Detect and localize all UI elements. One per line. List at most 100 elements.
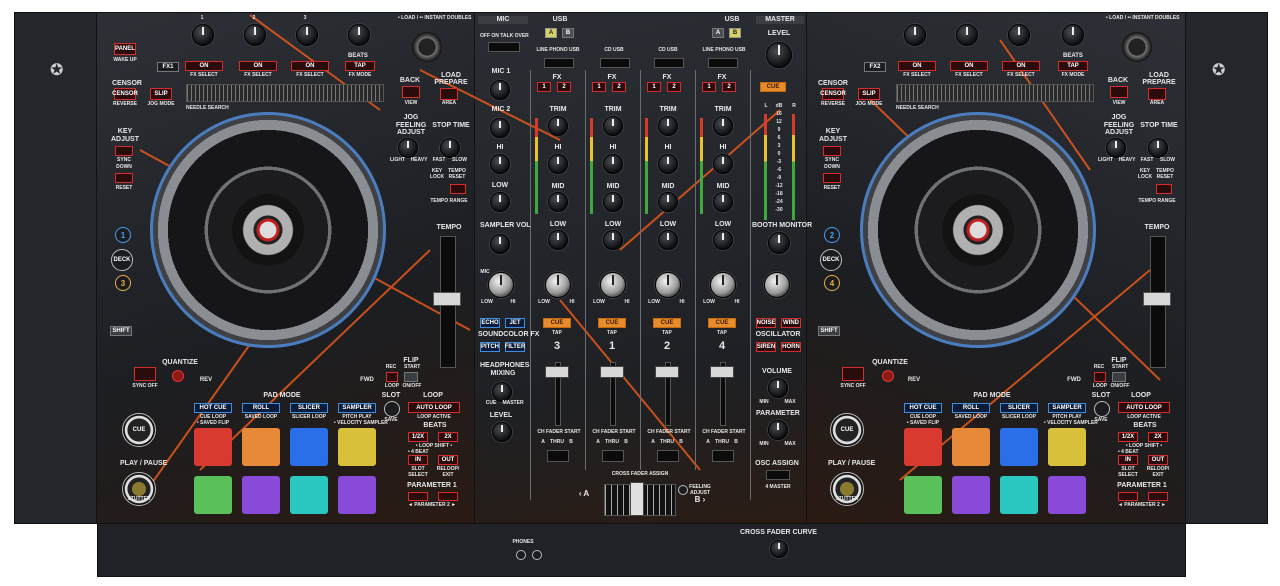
beats-knob[interactable] xyxy=(348,24,370,46)
fx2-knob-2[interactable] xyxy=(956,24,978,46)
usb-a-button[interactable]: A xyxy=(545,28,557,38)
jog-feeling-knob[interactable] xyxy=(398,138,418,158)
loop-half-button-right[interactable]: 1/2X xyxy=(1118,432,1138,442)
ch3-fx1-button[interactable]: 1 xyxy=(647,82,661,92)
ch4-color-knob[interactable] xyxy=(710,272,736,298)
ch4-fx1-button[interactable]: 1 xyxy=(702,82,716,92)
mode-slicer[interactable]: SLICER xyxy=(290,403,328,413)
mode-sampler-right[interactable]: SAMPLER xyxy=(1048,403,1086,413)
echo-button[interactable]: ECHO xyxy=(480,318,500,328)
fx2-knob-3[interactable] xyxy=(1008,24,1030,46)
flip-start-button-right[interactable] xyxy=(1112,372,1126,382)
ch1-low-knob[interactable] xyxy=(548,230,568,250)
back-button-right[interactable] xyxy=(1110,86,1128,98)
cue-button-left[interactable]: CUE xyxy=(122,413,156,447)
ch3-cue-button[interactable]: CUE xyxy=(653,318,681,328)
tempo-fader-handle-right[interactable] xyxy=(1143,292,1171,306)
pad-6[interactable] xyxy=(242,476,280,514)
pad-4-right[interactable] xyxy=(1048,428,1086,466)
ch3-hi-knob[interactable] xyxy=(658,154,678,174)
hp-mixing-knob[interactable] xyxy=(492,382,512,402)
ch3-fx2-button[interactable]: 2 xyxy=(667,82,681,92)
cue-button-right[interactable]: CUE xyxy=(830,413,864,447)
quantize-button[interactable] xyxy=(172,370,184,382)
pad-2[interactable] xyxy=(242,428,280,466)
usb-b-button[interactable]: B xyxy=(562,28,574,38)
ch2-fader-handle[interactable] xyxy=(600,366,624,378)
ch3-trim-knob[interactable] xyxy=(658,116,678,136)
ch2-cue-button[interactable]: CUE xyxy=(598,318,626,328)
mode-slicer-right[interactable]: SLICER xyxy=(1000,403,1038,413)
pad-3-right[interactable] xyxy=(1000,428,1038,466)
ch2-assign-switch[interactable] xyxy=(602,450,624,462)
mic-switch[interactable] xyxy=(488,42,520,52)
needle-search-strip-right[interactable] xyxy=(896,84,1094,102)
ch3-low-knob[interactable] xyxy=(658,230,678,250)
pad-4[interactable] xyxy=(338,428,376,466)
mic-filter-knob[interactable] xyxy=(488,272,514,298)
loop-half-button[interactable]: 1/2X xyxy=(408,432,428,442)
tempo-fader-handle[interactable] xyxy=(433,292,461,306)
mode-sampler[interactable]: SAMPLER xyxy=(338,403,376,413)
deck-2-button[interactable]: 2 xyxy=(824,227,840,243)
sync-button-right[interactable] xyxy=(842,367,864,381)
fx1-knob-2[interactable] xyxy=(244,24,266,46)
pad-2-right[interactable] xyxy=(952,428,990,466)
key-lock-button-right[interactable] xyxy=(1156,184,1172,194)
jet-button[interactable]: JET xyxy=(505,318,525,328)
deck-4-button[interactable]: 4 xyxy=(824,275,840,291)
noise-button[interactable]: NOISE xyxy=(756,318,776,328)
panel-button[interactable]: PANEL xyxy=(114,43,136,55)
slip-button-right[interactable]: SLIP xyxy=(858,88,880,100)
ch1-color-knob[interactable] xyxy=(545,272,571,298)
loop-in-button[interactable]: IN xyxy=(408,455,428,465)
loop-double-button-right[interactable]: 2X xyxy=(1148,432,1168,442)
osc-parameter-knob[interactable] xyxy=(768,420,788,440)
mic1-knob[interactable] xyxy=(490,80,510,100)
beats-knob-right[interactable] xyxy=(1062,24,1084,46)
load-prepare-button-right[interactable] xyxy=(1148,88,1166,100)
ch2-mid-knob[interactable] xyxy=(603,192,623,212)
ch3-assign-switch[interactable] xyxy=(657,450,679,462)
param-right-button-right[interactable] xyxy=(1148,492,1168,501)
ch4-fx2-button[interactable]: 2 xyxy=(722,82,736,92)
ch4-low-knob[interactable] xyxy=(713,230,733,250)
phones-jack-1[interactable] xyxy=(516,550,526,560)
slot-button[interactable] xyxy=(384,401,400,417)
input-switch-2[interactable] xyxy=(600,58,630,68)
fx2-on-button-3[interactable]: ON xyxy=(1002,61,1040,71)
ch1-fx2-button[interactable]: 2 xyxy=(557,82,571,92)
shift-button-left[interactable]: SHIFT xyxy=(110,326,132,336)
key-down-button[interactable] xyxy=(115,173,133,183)
ch2-trim-knob[interactable] xyxy=(603,116,623,136)
mic-low-knob[interactable] xyxy=(490,192,510,212)
booth-monitor-knob[interactable] xyxy=(768,232,790,254)
flip-rec-button[interactable] xyxy=(386,372,398,382)
mode-roll-right[interactable]: ROLL xyxy=(952,403,990,413)
ch1-mid-knob[interactable] xyxy=(548,192,568,212)
fx2-on-button-1[interactable]: ON xyxy=(898,61,936,71)
wind-button[interactable]: WIND xyxy=(781,318,801,328)
phones-jack-2[interactable] xyxy=(532,550,542,560)
loop-out-button[interactable]: OUT xyxy=(438,455,458,465)
ch3-mid-knob[interactable] xyxy=(658,192,678,212)
input-switch-4[interactable] xyxy=(708,58,738,68)
mode-roll[interactable]: ROLL xyxy=(242,403,280,413)
pad-8[interactable] xyxy=(338,476,376,514)
pad-3[interactable] xyxy=(290,428,328,466)
pad-1-right[interactable] xyxy=(904,428,942,466)
browse-knob-right[interactable] xyxy=(1122,32,1152,62)
ch4-trim-knob[interactable] xyxy=(713,116,733,136)
key-lock-button[interactable] xyxy=(450,184,466,194)
ch4-hi-knob[interactable] xyxy=(713,154,733,174)
pad-8-right[interactable] xyxy=(1048,476,1086,514)
censor-button[interactable]: CENSOR xyxy=(112,88,138,100)
stop-time-knob-right[interactable] xyxy=(1148,138,1168,158)
tap-button[interactable]: TAP xyxy=(345,61,375,71)
pad-6-right[interactable] xyxy=(952,476,990,514)
mic-hi-knob[interactable] xyxy=(490,154,510,174)
mode-hot-cue-right[interactable]: HOT CUE xyxy=(904,403,942,413)
fx2-on-button-2[interactable]: ON xyxy=(950,61,988,71)
loop-double-button[interactable]: 2X xyxy=(438,432,458,442)
fx1-on-button-3[interactable]: ON xyxy=(291,61,329,71)
